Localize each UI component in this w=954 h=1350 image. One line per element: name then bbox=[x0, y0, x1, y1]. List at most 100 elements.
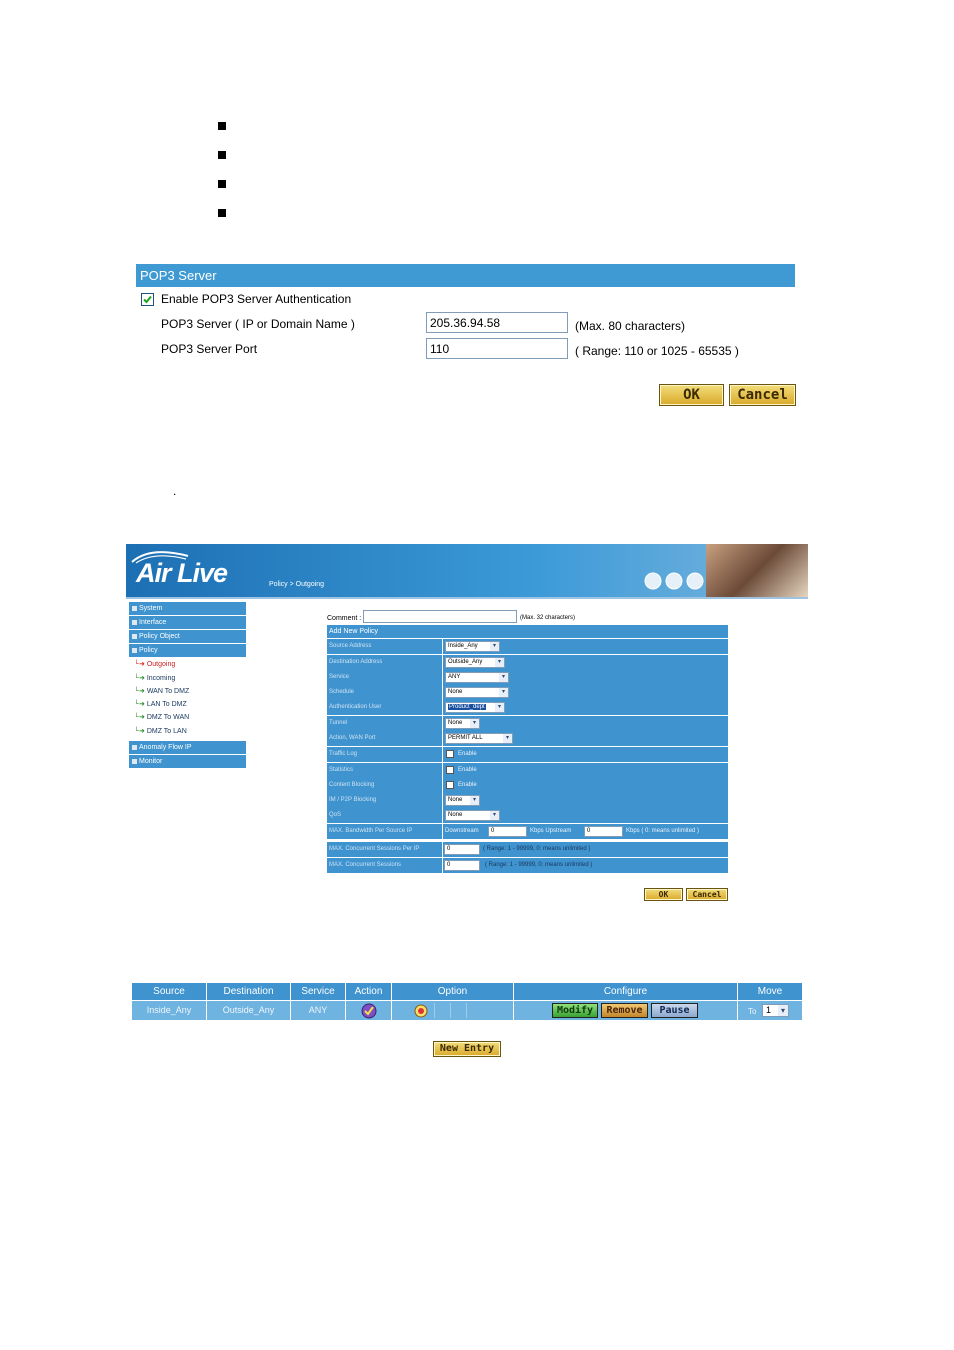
schedule-select[interactable]: None ▾ bbox=[445, 687, 509, 698]
nav-sub-incoming[interactable]: └➜ Incoming bbox=[134, 673, 175, 685]
qos-select[interactable]: None ▾ bbox=[445, 810, 500, 821]
max-bandwidth-cell: Downstream 0 Kbps Upstream 0 Kbps ( 0: m… bbox=[443, 824, 728, 839]
green-arrow-icon: └➜ bbox=[134, 701, 145, 708]
traffic-log-label: Traffic Log bbox=[327, 747, 442, 762]
tunnel-cell: None ▾ bbox=[443, 716, 728, 731]
traffic-log-enable-label: Enable bbox=[458, 751, 477, 757]
traffic-log-cell: Enable bbox=[443, 747, 728, 762]
pop3-ok-button[interactable]: OK bbox=[659, 384, 724, 406]
destination-address-row: Destination Address Outside_Any ▾ bbox=[327, 655, 728, 670]
policy-ok-button[interactable]: OK bbox=[644, 888, 683, 901]
nav-sub-dmz-to-wan[interactable]: └➜ DMZ To WAN bbox=[134, 712, 189, 724]
service-cell: ANY ▾ bbox=[443, 670, 728, 685]
authentication-user-row: Authentication User Product_dept ▾ bbox=[327, 700, 728, 715]
nav-policy-object[interactable]: Policy Object bbox=[129, 630, 246, 643]
cell-source: Inside_Any bbox=[132, 1001, 206, 1020]
comment-label: Comment : bbox=[327, 615, 362, 622]
tunnel-label: Tunnel bbox=[327, 716, 442, 731]
nav-sub-outgoing[interactable]: └➜ Outgoing bbox=[134, 659, 175, 671]
max-sessions-cell: 0 ( Range: 1 - 99999, 0: means unlimited… bbox=[443, 858, 728, 873]
green-arrow-icon: └➜ bbox=[134, 714, 145, 721]
service-label: Service bbox=[327, 670, 442, 685]
chevron-down-icon: ▾ bbox=[470, 796, 479, 805]
col-move: Move bbox=[738, 983, 802, 1000]
upstream-input[interactable]: 0 bbox=[584, 826, 623, 837]
comment-input[interactable] bbox=[363, 610, 517, 623]
green-arrow-icon: └➜ bbox=[134, 675, 145, 682]
red-arrow-icon: └➜ bbox=[134, 661, 145, 668]
service-select[interactable]: ANY ▾ bbox=[445, 672, 509, 683]
im-p2p-blocking-label: IM / P2P Blocking bbox=[327, 793, 442, 808]
airlive-logo: Air Live bbox=[136, 558, 228, 588]
im-p2p-blocking-select[interactable]: None ▾ bbox=[445, 795, 480, 806]
new-entry-button[interactable]: New Entry bbox=[433, 1041, 501, 1057]
option-divider bbox=[434, 1003, 435, 1018]
qos-label: QoS bbox=[327, 808, 442, 823]
pop3-cancel-button[interactable]: Cancel bbox=[729, 384, 796, 406]
nav-interface[interactable]: Interface bbox=[129, 616, 246, 629]
pop3-server-input[interactable] bbox=[426, 312, 568, 333]
content-blocking-label: Content Blocking bbox=[327, 778, 442, 793]
nav-policy[interactable]: Policy bbox=[129, 644, 246, 657]
destination-address-select[interactable]: Outside_Any ▾ bbox=[445, 657, 505, 668]
col-configure: Configure bbox=[514, 983, 737, 1000]
nav-sub-dmz-to-lan[interactable]: └➜ DMZ To LAN bbox=[134, 726, 187, 738]
statistics-checkbox[interactable] bbox=[446, 766, 454, 774]
im-p2p-blocking-row: IM / P2P Blocking None ▾ bbox=[327, 793, 728, 808]
downstream-input[interactable]: 0 bbox=[488, 826, 527, 837]
router-banner: Air Live Policy > Outgoing bbox=[126, 544, 808, 597]
action-wan-port-row: Action, WAN Port PERMIT ALL ▾ bbox=[327, 731, 728, 746]
max-sessions-row: MAX. Concurrent Sessions 0 ( Range: 1 - … bbox=[327, 858, 728, 873]
chevron-down-icon: ▾ bbox=[470, 719, 479, 728]
move-select[interactable]: 1 ▾ bbox=[762, 1004, 789, 1017]
im-p2p-blocking-cell: None ▾ bbox=[443, 793, 728, 808]
content-blocking-checkbox[interactable] bbox=[446, 781, 454, 789]
modify-button[interactable]: Modify bbox=[552, 1003, 598, 1018]
remove-button[interactable]: Remove bbox=[601, 1003, 648, 1018]
nav-system[interactable]: System bbox=[129, 602, 246, 615]
col-action: Action bbox=[346, 983, 391, 1000]
green-arrow-icon: └➜ bbox=[134, 688, 145, 695]
chevron-down-icon: ▾ bbox=[503, 734, 512, 743]
chevron-down-icon: ▾ bbox=[499, 673, 508, 682]
max-sessions-label: MAX. Concurrent Sessions bbox=[327, 858, 442, 873]
nav-sub-lan-to-dmz[interactable]: └➜ LAN To DMZ bbox=[134, 699, 187, 711]
add-new-policy-header: Add New Policy bbox=[327, 625, 728, 638]
max-sessions-per-ip-row: MAX. Concurrent Sessions Per IP 0 ( Rang… bbox=[327, 842, 728, 857]
col-option: Option bbox=[392, 983, 513, 1000]
traffic-log-option-icon bbox=[414, 1004, 428, 1018]
qos-cell: None ▾ bbox=[443, 808, 728, 823]
qos-row: QoS None ▾ bbox=[327, 808, 728, 823]
statistics-enable-label: Enable bbox=[458, 767, 477, 773]
max-sessions-input[interactable]: 0 bbox=[444, 860, 480, 871]
nav-sub-wan-to-dmz[interactable]: └➜ WAN To DMZ bbox=[134, 686, 189, 698]
authentication-user-select[interactable]: Product_dept ▾ bbox=[445, 702, 505, 713]
breadcrumb: Policy > Outgoing bbox=[269, 581, 325, 588]
traffic-log-checkbox[interactable] bbox=[446, 750, 454, 758]
action-wan-port-select[interactable]: PERMIT ALL ▾ bbox=[445, 733, 513, 744]
col-destination: Destination bbox=[207, 983, 290, 1000]
pause-button[interactable]: Pause bbox=[651, 1003, 698, 1018]
tunnel-select[interactable]: None ▾ bbox=[445, 718, 480, 729]
option-divider bbox=[450, 1003, 451, 1018]
pop3-port-hint: ( Range: 110 or 1025 - 65535 ) bbox=[575, 344, 739, 358]
pop3-port-input[interactable] bbox=[426, 338, 568, 359]
nav-monitor[interactable]: Monitor bbox=[129, 755, 246, 768]
upstream-label: Kbps Upstream bbox=[530, 828, 572, 834]
chevron-down-icon: ▾ bbox=[495, 703, 504, 712]
enable-pop3-label: Enable POP3 Server Authentication bbox=[161, 292, 352, 306]
source-address-select[interactable]: Inside_Any ▾ bbox=[445, 641, 500, 652]
policy-cancel-button[interactable]: Cancel bbox=[686, 888, 728, 901]
pop3-server-label: POP3 Server ( IP or Domain Name ) bbox=[161, 317, 355, 331]
schedule-label: Schedule bbox=[327, 685, 442, 700]
bullet-icon bbox=[218, 180, 226, 188]
chevron-down-icon: ▾ bbox=[490, 811, 499, 820]
enable-pop3-checkbox[interactable] bbox=[141, 293, 154, 306]
chevron-down-icon: ▾ bbox=[490, 642, 499, 651]
nav-anomaly-flow-ip[interactable]: Anomaly Flow IP bbox=[129, 741, 246, 754]
max-sessions-per-ip-input[interactable]: 0 bbox=[444, 844, 480, 855]
statistics-cell: Enable bbox=[443, 763, 728, 778]
max-bandwidth-row: MAX. Bandwidth Per Source IP Downstream … bbox=[327, 824, 728, 839]
bandwidth-hint: Kbps ( 0: means unlimited ) bbox=[626, 828, 700, 834]
max-sessions-per-ip-label: MAX. Concurrent Sessions Per IP bbox=[327, 842, 442, 857]
